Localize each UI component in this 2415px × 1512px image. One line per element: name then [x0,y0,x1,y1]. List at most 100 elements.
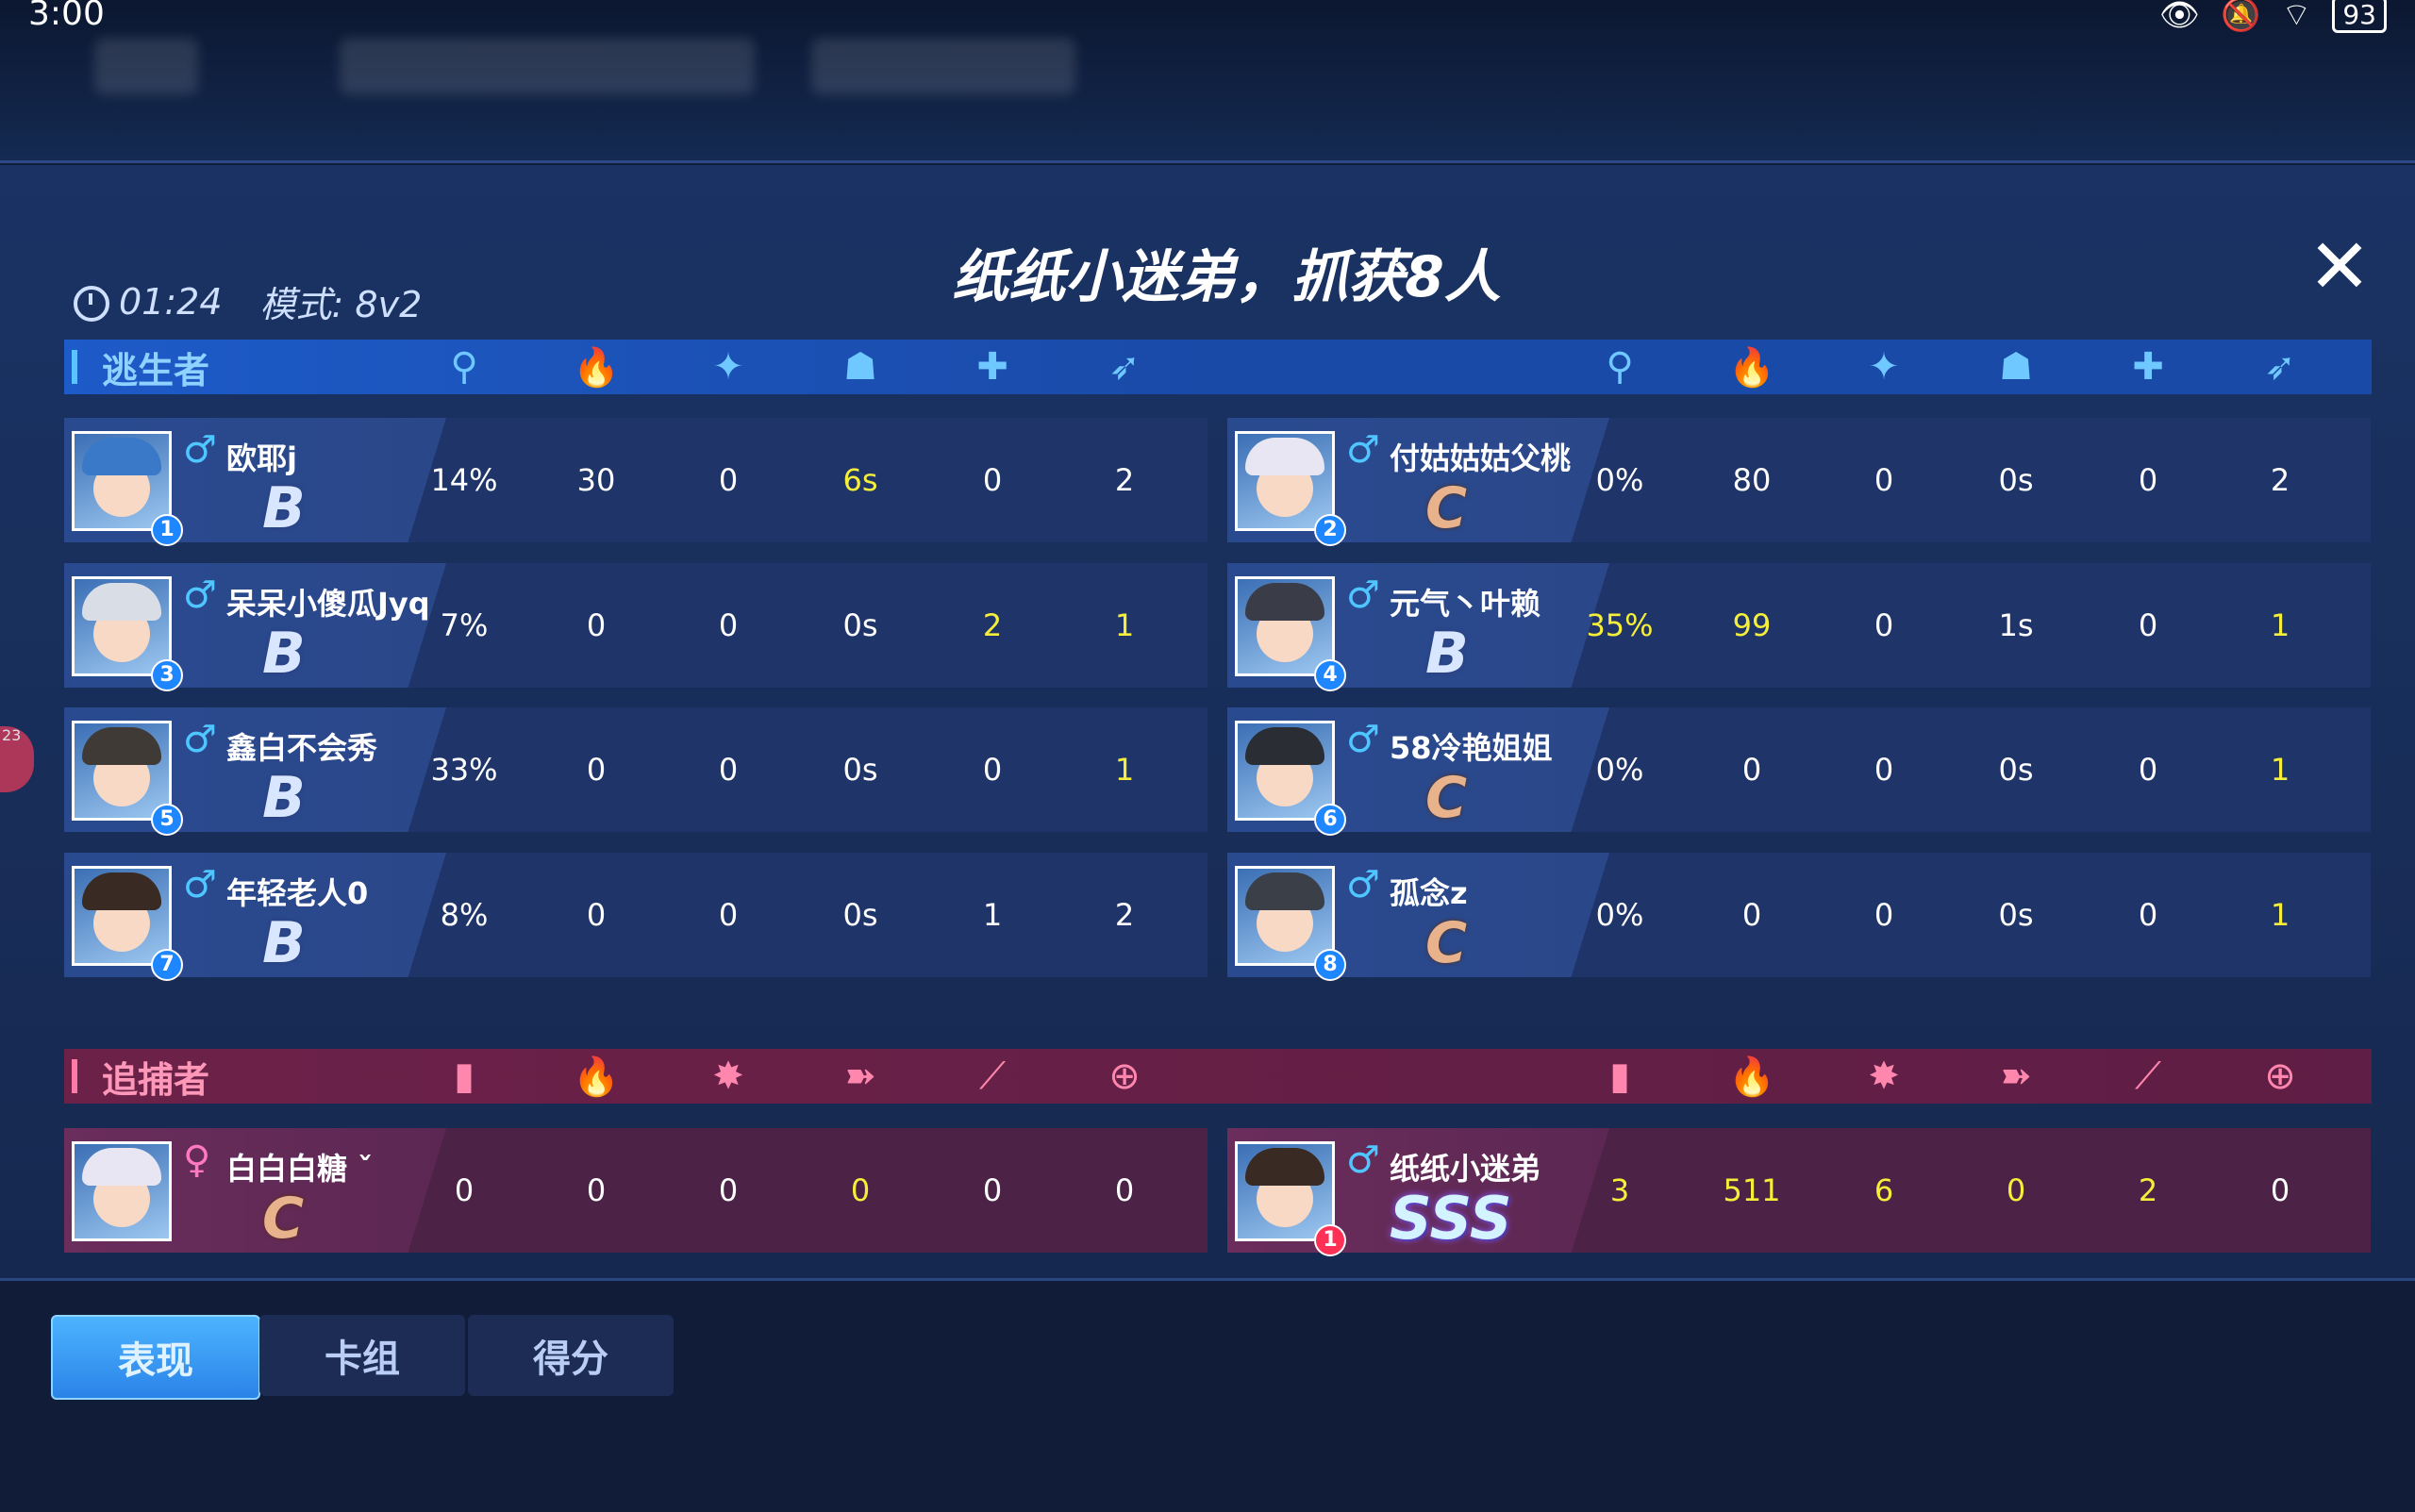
avatar-hair [82,727,161,765]
grade-rating: B [262,910,306,976]
stat-value: 0 [718,897,739,933]
stat-value: 0 [718,1172,739,1208]
stat-value: 35% [1586,607,1654,643]
tab-score[interactable]: 得分 [468,1315,674,1396]
player-number-badge: 1 [151,514,183,546]
stat-value: 33% [430,752,498,788]
player-name: 白白白糖 ˇ [226,1151,374,1187]
stat-value: 0 [982,462,1003,498]
escapee-row[interactable]: 1 ♂ 欧耶j B 14% 30 0 6s 0 2 [64,418,1208,546]
stat-value: 0s [1998,462,2034,498]
avatar[interactable] [72,431,172,531]
escapee-row[interactable]: 4 ♂ 元气丶叶赖 B 35% 99 0 1s 0 1 [1227,563,2371,691]
stat-value: 1 [2270,897,2290,933]
shield-person-icon: ☗ [843,345,877,389]
player-name: 元气丶叶赖 [1390,586,1541,622]
grade-rating: B [1425,621,1469,687]
status-icons: 👁 🔕 ⌔ 93 [2159,0,2387,35]
player-name: 鑫白不会秀 [226,730,378,766]
stat-value: 0 [1874,752,1894,788]
grade-rating: B [262,475,306,541]
stat-value: 1 [1114,607,1135,643]
player-number-badge: 4 [1314,659,1346,691]
stat-value: 2 [982,607,1003,643]
escapee-row[interactable]: 8 ♂ 孤念z C 0% 0 0 0s 0 1 [1227,853,2371,981]
stat-value: 0% [1595,752,1644,788]
avatar[interactable] [1235,721,1335,821]
battery-level: 93 [2332,0,2387,33]
grade-rating: B [262,621,306,687]
blurred-tab [811,38,1075,94]
avatar-hair [1245,872,1324,910]
escapee-row[interactable]: 7 ♂ 年轻老人0 B 8% 0 0 0s 1 2 [64,853,1208,981]
target-icon: ⊕ [1108,1055,1141,1098]
escapee-row[interactable]: 5 ♂ 鑫白不会秀 B 33% 0 0 0s 0 1 [64,707,1208,836]
eye-icon: 👁 [2158,0,2201,34]
avatar[interactable] [1235,431,1335,531]
male-icon: ♂ [1346,428,1380,472]
medkit-icon: ✚ [976,345,1008,389]
player-number-badge: 1 [1314,1224,1346,1256]
blurred-tab [94,38,198,94]
tab-performance[interactable]: 表现 [51,1315,260,1400]
male-icon: ♂ [1346,863,1380,906]
stat-value: 0 [2138,752,2158,788]
avatar[interactable] [72,1141,172,1241]
male-icon: ♂ [183,573,217,617]
hunter-row[interactable]: ♀ 白白白糖 ˇC 0 0 0 0 0 0 [64,1128,1208,1253]
stat-value: 6s [842,462,878,498]
header-mark [72,1059,77,1093]
stat-value: 80 [1732,462,1772,498]
player-name: 呆呆小傻瓜Jyq [226,586,430,622]
grade-rating: B [262,765,306,831]
stat-value: 30 [576,462,616,498]
player-number-badge: 5 [151,804,183,836]
avatar[interactable] [1235,866,1335,966]
male-icon: ♂ [183,718,217,761]
door-icon: ▮ [453,1055,475,1098]
claw-icon: ⟋ [979,1055,1006,1098]
escapee-header: 逃生者 ⚲ 🔥 ✦ ☗ ✚ ➶ ⚲ 🔥 ✦ ☗ ✚ ➶ [64,340,2372,394]
runner-icon: ➶ [1108,345,1141,389]
avatar-hair [1245,727,1324,765]
player-name: 欧耶j [226,440,297,476]
stat-value: 0 [586,897,607,933]
avatar-hair [82,438,161,475]
male-icon: ♂ [1346,1138,1380,1182]
stat-value: 1 [982,897,1003,933]
flame-icon: 🔥 [573,1055,620,1099]
avatar-hair [1245,583,1324,621]
escapee-row[interactable]: 3 ♂ 呆呆小傻瓜Jyq B 7% 0 0 0s 2 1 [64,563,1208,691]
escapee-row[interactable]: 6 ♂ 58冷艳姐姐 C 0% 0 0 0s 0 1 [1227,707,2371,836]
avatar[interactable] [72,576,172,676]
dash-icon: ➽ [2000,1055,2032,1098]
stat-value: 0 [1874,897,1894,933]
mute-bell-icon: 🔕 [2221,0,2261,34]
grade-rating: C [1425,475,1468,541]
stat-value: 511 [1723,1172,1781,1208]
stat-value: 2 [2270,462,2290,498]
stat-value: 0 [1874,607,1894,643]
avatar[interactable] [72,721,172,821]
rescue-icon: ✦ [712,345,744,389]
tab-deck[interactable]: 卡组 [259,1315,465,1396]
avatar[interactable] [1235,1141,1335,1241]
stat-value: 2 [1114,462,1135,498]
stat-value: 0 [850,1172,871,1208]
avatar-hair [82,583,161,621]
player-name: 纸纸小迷弟 [1390,1151,1541,1187]
player-number-badge: 2 [1314,514,1346,546]
close-button[interactable]: ✕ [2302,229,2377,305]
escapee-row[interactable]: 2 ♂ 付姑姑姑父桃 C 0% 80 0 0s 0 2 [1227,418,2371,546]
avatar[interactable] [1235,576,1335,676]
grade-rating: C [1425,765,1468,831]
stat-value: 0 [2138,607,2158,643]
knockdown-icon: ✸ [712,1055,744,1098]
avatar[interactable] [72,866,172,966]
player-number-badge: 7 [151,949,183,981]
hunter-row[interactable]: 1 ♂ 纸纸小迷弟 SSS 3 511 6 0 2 0 [1227,1128,2371,1256]
stat-value: 0s [842,752,878,788]
claw-icon: ⟋ [2135,1055,2161,1098]
stat-value: 6 [1874,1172,1894,1208]
dash-icon: ➽ [844,1055,876,1098]
